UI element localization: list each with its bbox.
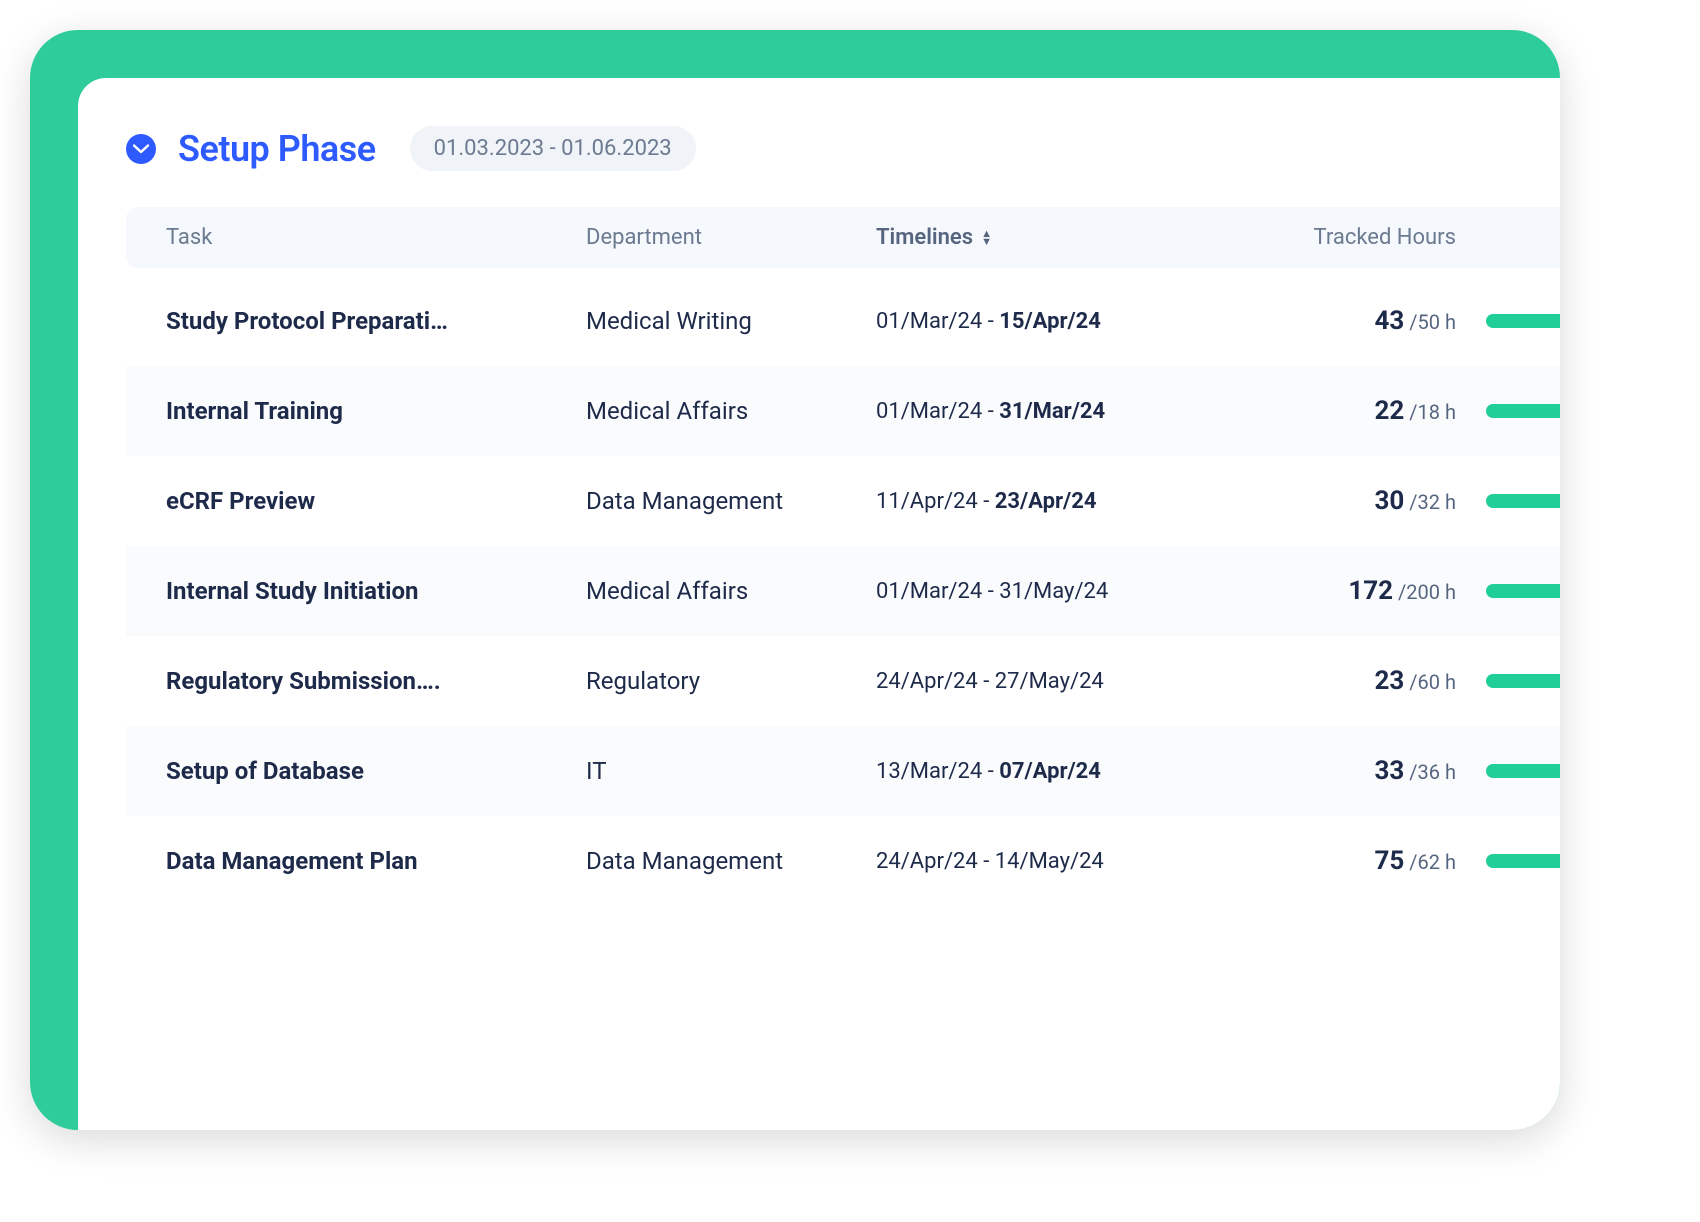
table-row[interactable]: Regulatory Submission….Regulatory24/Apr/… bbox=[126, 636, 1560, 726]
progress-bar bbox=[1486, 674, 1560, 688]
table-row[interactable]: Data Management PlanData Management24/Ap… bbox=[126, 816, 1560, 906]
col-timelines-label: Timelines bbox=[876, 225, 973, 250]
progress-cell bbox=[1466, 854, 1560, 868]
col-timelines[interactable]: Timelines ▲▼ bbox=[876, 225, 1186, 250]
task-name: Setup of Database bbox=[166, 757, 586, 785]
task-name: Regulatory Submission…. bbox=[166, 667, 586, 695]
table-row[interactable]: Internal Study InitiationMedical Affairs… bbox=[126, 546, 1560, 636]
department-name: Medical Affairs bbox=[586, 397, 876, 425]
content-panel: Setup Phase 01.03.2023 - 01.06.2023 Task… bbox=[78, 78, 1560, 1130]
progress-bar bbox=[1486, 854, 1560, 868]
phase-header: Setup Phase 01.03.2023 - 01.06.2023 bbox=[126, 126, 1560, 171]
tracked-hours: 172 /200 h bbox=[1186, 576, 1466, 606]
sort-icon: ▲▼ bbox=[981, 230, 992, 246]
progress-cell bbox=[1466, 584, 1560, 598]
col-tracked-hours[interactable]: Tracked Hours bbox=[1186, 225, 1466, 250]
table-header-row: Task Department Timelines ▲▼ Tracked Hou… bbox=[126, 207, 1560, 268]
department-name: IT bbox=[586, 757, 876, 785]
phase-date-range: 01.03.2023 - 01.06.2023 bbox=[410, 126, 696, 171]
task-name: Study Protocol Preparati… bbox=[166, 307, 586, 335]
col-department[interactable]: Department bbox=[586, 225, 876, 250]
tracked-hours: 33 /36 h bbox=[1186, 756, 1466, 786]
timeline-range: 01/Mar/24 - 31/Mar/24 bbox=[876, 399, 1186, 424]
table-row[interactable]: Internal TrainingMedical Affairs01/Mar/2… bbox=[126, 366, 1560, 456]
chevron-down-icon bbox=[133, 144, 149, 154]
collapse-toggle[interactable] bbox=[126, 134, 156, 164]
table-row[interactable]: Study Protocol Preparati…Medical Writing… bbox=[126, 276, 1560, 366]
progress-bar bbox=[1486, 314, 1560, 328]
progress-cell bbox=[1466, 674, 1560, 688]
progress-bar bbox=[1486, 404, 1560, 418]
progress-cell bbox=[1466, 494, 1560, 508]
progress-cell bbox=[1466, 764, 1560, 778]
department-name: Data Management bbox=[586, 487, 876, 515]
timeline-range: 24/Apr/24 - 27/May/24 bbox=[876, 669, 1186, 694]
progress-cell bbox=[1466, 404, 1560, 418]
task-table: Task Department Timelines ▲▼ Tracked Hou… bbox=[126, 207, 1560, 906]
timeline-range: 01/Mar/24 - 15/Apr/24 bbox=[876, 309, 1186, 334]
progress-bar bbox=[1486, 764, 1560, 778]
table-row[interactable]: eCRF PreviewData Management11/Apr/24 - 2… bbox=[126, 456, 1560, 546]
department-name: Regulatory bbox=[586, 667, 876, 695]
tracked-hours: 43 /50 h bbox=[1186, 306, 1466, 336]
table-row[interactable]: Setup of DatabaseIT13/Mar/24 - 07/Apr/24… bbox=[126, 726, 1560, 816]
timeline-range: 24/Apr/24 - 14/May/24 bbox=[876, 849, 1186, 874]
progress-bar bbox=[1486, 494, 1560, 508]
progress-bar bbox=[1486, 584, 1560, 598]
department-name: Medical Affairs bbox=[586, 577, 876, 605]
task-name: Data Management Plan bbox=[166, 847, 586, 875]
app-frame: Setup Phase 01.03.2023 - 01.06.2023 Task… bbox=[30, 30, 1560, 1130]
tracked-hours: 30 /32 h bbox=[1186, 486, 1466, 516]
department-name: Medical Writing bbox=[586, 307, 876, 335]
timeline-range: 13/Mar/24 - 07/Apr/24 bbox=[876, 759, 1186, 784]
task-name: Internal Study Initiation bbox=[166, 577, 586, 605]
timeline-range: 01/Mar/24 - 31/May/24 bbox=[876, 579, 1186, 604]
tracked-hours: 75 /62 h bbox=[1186, 846, 1466, 876]
tracked-hours: 22 /18 h bbox=[1186, 396, 1466, 426]
tracked-hours: 23 /60 h bbox=[1186, 666, 1466, 696]
task-name: eCRF Preview bbox=[166, 487, 586, 515]
timeline-range: 11/Apr/24 - 23/Apr/24 bbox=[876, 489, 1186, 514]
progress-cell bbox=[1466, 314, 1560, 328]
phase-title: Setup Phase bbox=[178, 128, 376, 170]
col-task[interactable]: Task bbox=[166, 225, 586, 250]
task-name: Internal Training bbox=[166, 397, 586, 425]
department-name: Data Management bbox=[586, 847, 876, 875]
